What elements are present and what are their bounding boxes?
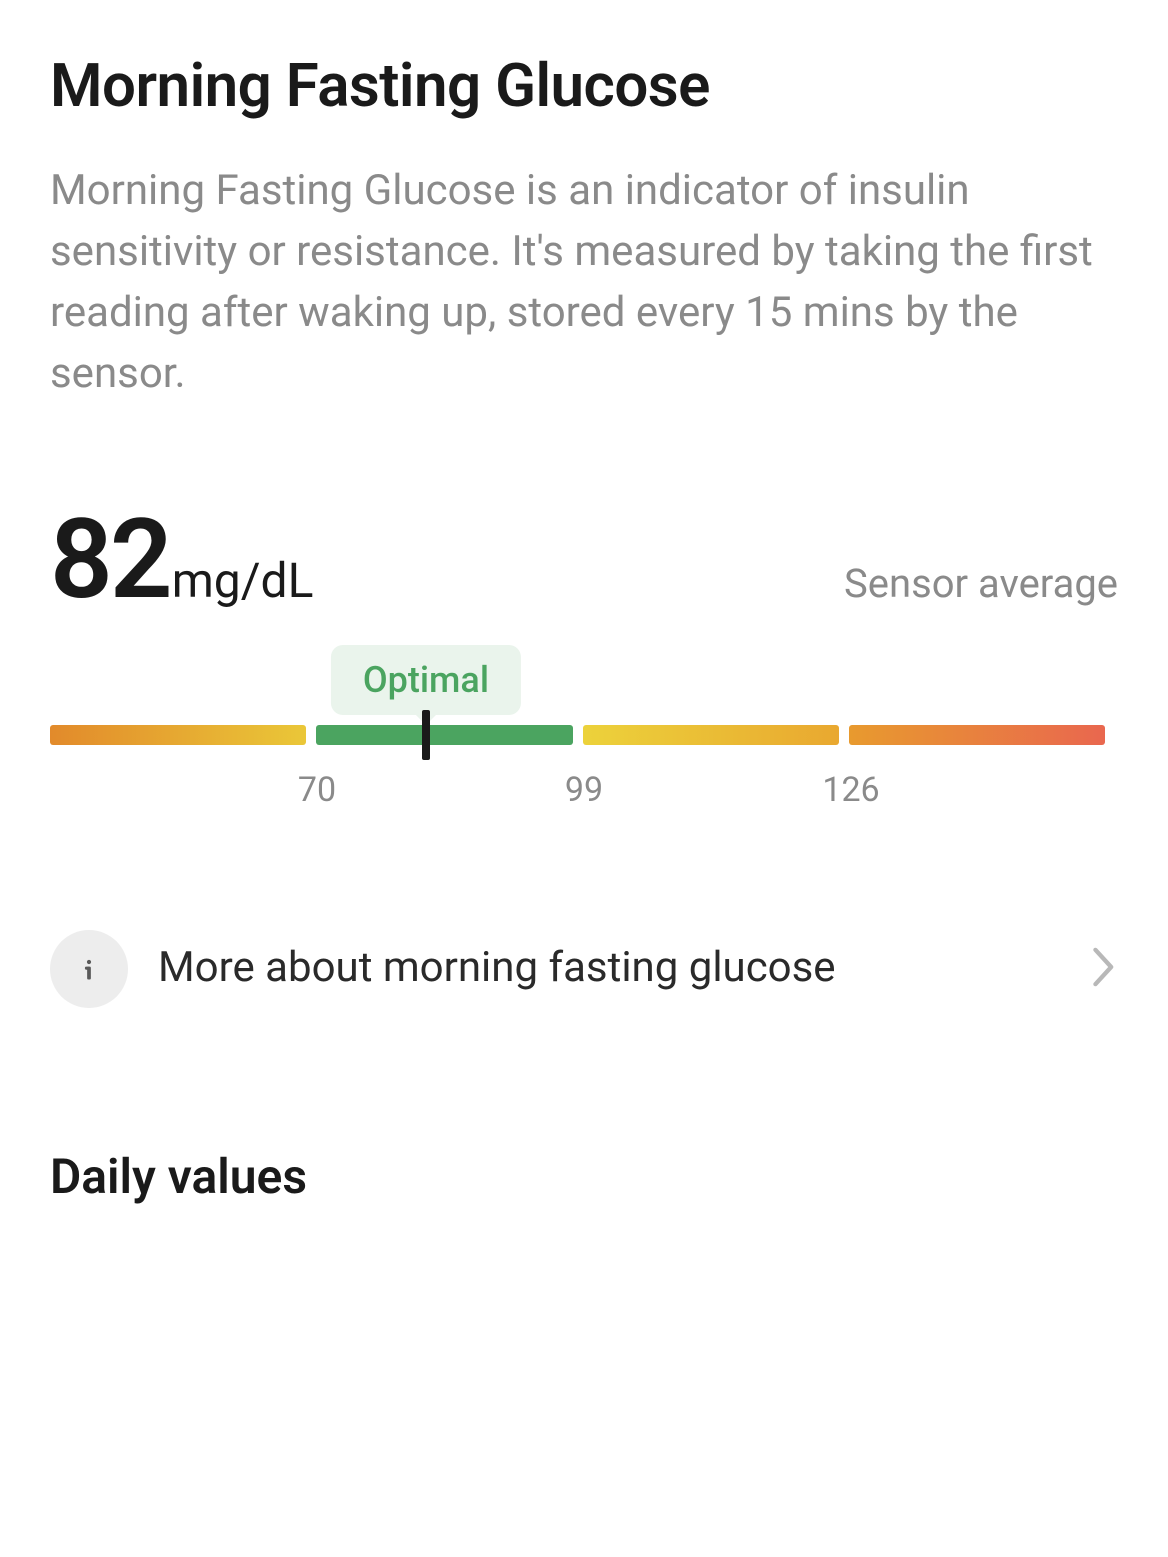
daily-values-heading: Daily values bbox=[50, 1148, 1118, 1205]
status-badge: Optimal bbox=[331, 645, 521, 715]
description-text: Morning Fasting Glucose is an indicator … bbox=[50, 161, 1118, 405]
page-title: Morning Fasting Glucose bbox=[50, 50, 1118, 121]
chevron-right-icon bbox=[1090, 947, 1118, 991]
reading-unit: mg/dL bbox=[172, 552, 314, 609]
gauge-track bbox=[50, 725, 1118, 745]
gauge-marker bbox=[422, 710, 430, 760]
reading-label: Sensor average bbox=[844, 560, 1118, 607]
gauge-segment-elevated bbox=[583, 725, 839, 745]
gauge-segment-low bbox=[50, 725, 306, 745]
gauge-ticks: 70 99 126 bbox=[50, 770, 1118, 810]
gauge-segment-optimal bbox=[316, 725, 572, 745]
reading-row: 82 mg/dL Sensor average bbox=[50, 505, 1118, 615]
reading-value: 82 mg/dL bbox=[50, 505, 313, 615]
gauge-tick: 70 bbox=[298, 770, 336, 810]
gauge-tick: 99 bbox=[565, 770, 603, 810]
reading-number: 82 bbox=[50, 505, 170, 615]
more-link-text: More about morning fasting glucose bbox=[158, 941, 1060, 996]
gauge-segment-high bbox=[849, 725, 1105, 745]
gauge: Optimal 7099126 bbox=[50, 725, 1118, 810]
more-about-link[interactable]: More about morning fasting glucose bbox=[50, 930, 1118, 1008]
gauge-tick: 126 bbox=[822, 770, 879, 810]
info-icon bbox=[50, 930, 128, 1008]
